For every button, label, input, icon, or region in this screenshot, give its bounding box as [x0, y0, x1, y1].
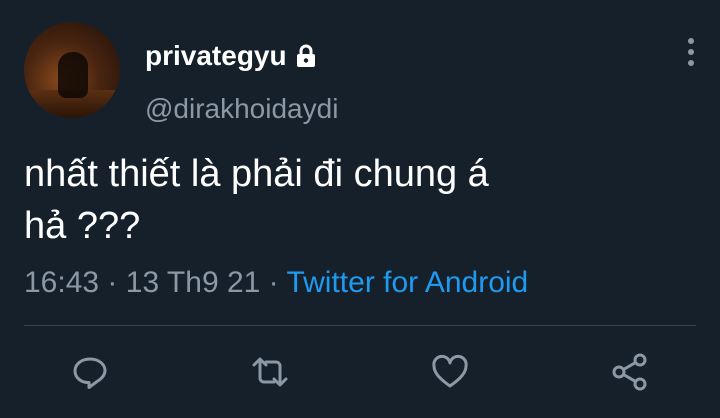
retweet-button[interactable] [246, 348, 294, 396]
reply-button[interactable] [66, 348, 114, 396]
display-name[interactable]: privategyu [145, 40, 287, 72]
user-handle[interactable]: @dirakhoidaydi [145, 93, 338, 125]
like-button[interactable] [426, 348, 474, 396]
heart-icon [432, 354, 468, 388]
avatar-figure [58, 52, 88, 98]
name-row: privategyu [145, 40, 317, 72]
retweet-icon [252, 357, 288, 387]
meta-separator: · [268, 266, 279, 299]
meta-separator: · [107, 266, 118, 299]
reply-icon [73, 357, 107, 389]
share-button[interactable] [606, 348, 654, 396]
tweet-time: 16:43 [24, 266, 100, 299]
more-vertical-icon[interactable] [680, 36, 702, 68]
tweet-text: nhất thiết là phải đi chung á hả ??? [24, 153, 489, 247]
tweet-date: 13 Th9 21 [125, 266, 261, 299]
tweet-source-link[interactable]: Twitter for Android [286, 266, 528, 299]
divider [24, 325, 696, 326]
tweet-meta: 16:43 · 13 Th9 21 · Twitter for Android [24, 266, 528, 300]
share-icon [612, 353, 647, 391]
lock-icon [295, 44, 317, 68]
action-bar [0, 348, 720, 396]
avatar[interactable] [24, 22, 120, 118]
